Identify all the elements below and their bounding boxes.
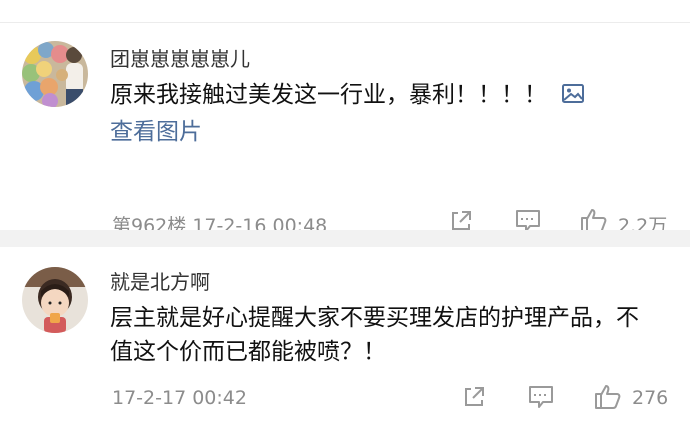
thumbs-up-icon[interactable] bbox=[594, 383, 622, 414]
view-picture-link[interactable]: 查看图片 bbox=[110, 119, 202, 145]
comment-text: 原来我接触过美发这一行业，暴利！！！！ 查看图片 bbox=[110, 78, 650, 149]
comment-icon[interactable] bbox=[528, 385, 554, 413]
username[interactable]: 就是北方啊 bbox=[110, 266, 210, 295]
comment-body: 原来我接触过美发这一行业，暴利！！！！ bbox=[110, 82, 547, 108]
avatar[interactable] bbox=[22, 41, 88, 107]
image-icon[interactable] bbox=[561, 81, 585, 115]
username[interactable]: 团崽崽崽崽崽儿 bbox=[110, 43, 250, 72]
share-icon[interactable] bbox=[462, 385, 486, 413]
comment-text: 层主就是好心提醒大家不要买理发店的护理产品，不值这个价而已都能被喷？！ bbox=[110, 301, 650, 369]
comment-meta: 17-2-17 00:42 bbox=[112, 387, 247, 409]
like-count: 276 bbox=[632, 387, 669, 409]
comment-item: 团崽崽崽崽崽儿 原来我接触过美发这一行业，暴利！！！！ 查看图片 第962楼 1… bbox=[0, 23, 690, 237]
comment-item: 就是北方啊 层主就是好心提醒大家不要买理发店的护理产品，不值这个价而已都能被喷？… bbox=[0, 247, 690, 437]
avatar[interactable] bbox=[22, 267, 88, 333]
section-divider bbox=[0, 230, 690, 247]
comment-body: 层主就是好心提醒大家不要买理发店的护理产品，不值这个价而已都能被喷？！ bbox=[110, 305, 639, 365]
timestamp: 17-2-17 00:42 bbox=[112, 387, 247, 409]
